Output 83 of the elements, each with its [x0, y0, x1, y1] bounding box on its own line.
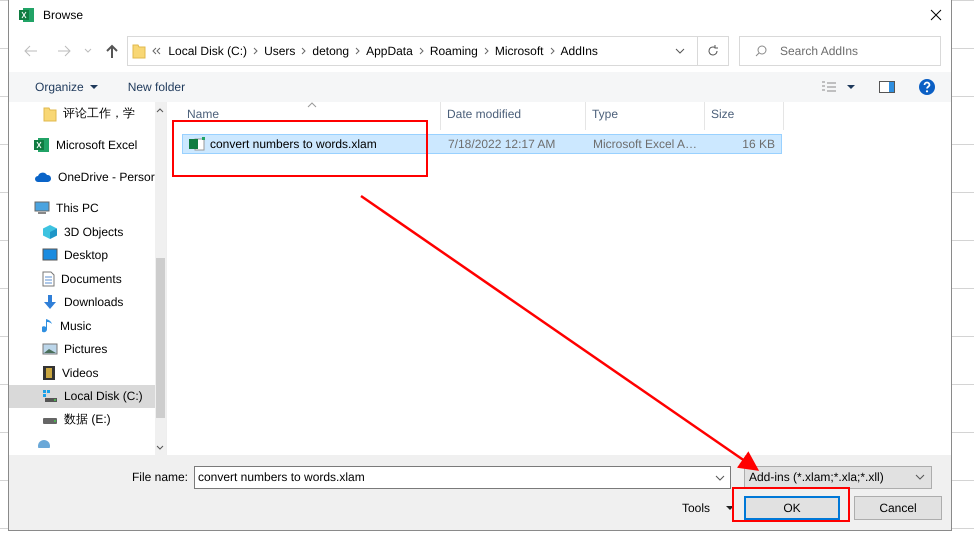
cancel-button[interactable]: Cancel: [854, 496, 942, 520]
spreadsheet-file-icon: [189, 137, 205, 151]
address-bar[interactable]: Local Disk (C:) Users detong AppData Roaming Microsoft AddIns: [127, 36, 729, 66]
folder-icon: [132, 43, 146, 59]
film-icon: [42, 364, 56, 381]
close-icon: [930, 9, 942, 21]
spreadsheet-icon: [19, 7, 35, 23]
caret-icon: [90, 85, 98, 89]
cube-icon: [42, 224, 58, 240]
computer-icon: [34, 201, 50, 216]
sidebar-item[interactable]: Music: [9, 314, 155, 338]
size-cell-text: 16 KB: [741, 137, 776, 151]
sidebar-item[interactable]: 3D Objects: [9, 220, 155, 244]
sidebar-item[interactable]: 评论工作，学: [9, 102, 155, 126]
cloud-icon: [34, 170, 52, 183]
organize-button[interactable]: Organize: [27, 80, 106, 94]
sidebar-item[interactable]: This PC: [9, 196, 155, 220]
breadcrumb-item[interactable]: Roaming: [430, 44, 478, 58]
sidebar-item[interactable]: Microsoft Excel: [9, 134, 155, 157]
sidebar-item[interactable]: 数据 (E:): [9, 408, 155, 432]
help-icon: [919, 79, 935, 95]
refresh-icon: [707, 45, 719, 57]
file-name-field[interactable]: convert numbers to words.xlam: [194, 466, 731, 488]
date-cell-text: 7/18/2022 12:17 AM: [447, 137, 556, 151]
dropdown-caret-icon[interactable]: [675, 48, 685, 54]
dropdown-caret-icon[interactable]: [715, 474, 725, 480]
caret-icon: [726, 506, 734, 510]
breadcrumb-item[interactable]: AppData: [366, 44, 413, 58]
breadcrumb-item[interactable]: Microsoft: [494, 44, 544, 58]
breadcrumb-item[interactable]: AddIns: [560, 44, 598, 58]
ok-button[interactable]: OK: [744, 496, 840, 520]
window-title: Browse: [43, 8, 84, 22]
sidebar-item[interactable]: Videos: [9, 361, 155, 384]
globe-icon: [37, 438, 51, 448]
pane-icon: [879, 81, 895, 93]
search-field[interactable]: Search AddIns: [739, 36, 941, 66]
breadcrumb-item[interactable]: Local Disk (C:): [168, 44, 248, 58]
desktop-icon: [42, 248, 58, 262]
new-folder-button[interactable]: New folder: [120, 80, 194, 94]
document-icon: [42, 270, 55, 287]
scrollbar[interactable]: [154, 102, 166, 455]
breadcrumb-chevron-icon: [550, 47, 555, 55]
drive-icon: [42, 389, 58, 404]
left-arrow-icon: [24, 45, 38, 57]
breadcrumb-chevron-icon: [484, 47, 489, 55]
type-cell-text: Microsoft Excel A…: [592, 137, 698, 151]
sort-caret-icon: [307, 102, 317, 108]
dropdown-caret-icon: [915, 474, 925, 480]
sidebar-item[interactable]: Documents: [9, 267, 155, 290]
column-header[interactable]: Name: [167, 102, 441, 130]
caret-icon: [847, 85, 855, 89]
sidebar-item[interactable]: Local Disk (C:): [9, 384, 155, 408]
search-icon: [755, 45, 767, 57]
sidebar-item[interactable]: Pictures: [9, 338, 155, 361]
music-note-icon: [42, 318, 54, 334]
breadcrumb-item[interactable]: Users: [264, 44, 296, 58]
sidebar-item[interactable]: Downloads: [9, 290, 155, 314]
up-arrow-icon: [106, 44, 118, 58]
list-view-icon: [821, 81, 837, 93]
breadcrumb-chevron-icon: [355, 47, 360, 55]
file-name: convert numbers to words.xlam: [210, 137, 377, 151]
breadcrumb-chevron-icon: [301, 47, 306, 55]
file-row[interactable]: convert numbers to words.xlam 7/18/2022 12:17 AM Microsoft Excel A… 16 KB: [182, 134, 782, 154]
picture-icon: [42, 342, 58, 356]
spreadsheet-icon: [34, 137, 50, 154]
down-arrow-icon: [42, 294, 58, 310]
right-arrow-icon: [57, 45, 72, 57]
scroll-down-icon[interactable]: [156, 444, 164, 450]
breadcrumb-item[interactable]: detong: [312, 44, 350, 58]
breadcrumb-chevron-icon: [253, 47, 258, 55]
breadcrumb-chevron-icon: [418, 47, 424, 55]
overflow-chevron-icon: [152, 47, 162, 55]
tools-button[interactable]: Tools: [676, 501, 740, 515]
sidebar-item[interactable]: Desktop: [9, 244, 155, 267]
file-type-dropdown[interactable]: Add-ins (*.xlam;*.xla;*.xll): [744, 466, 932, 488]
sidebar-item[interactable]: OneDrive - Persor: [9, 165, 155, 188]
scroll-up-icon[interactable]: [156, 108, 164, 112]
file-name-label: File name:: [130, 470, 189, 484]
column-header[interactable]: Type: [586, 102, 705, 130]
folder-icon: [43, 106, 57, 122]
caret-icon: [84, 48, 92, 54]
column-header[interactable]: Size: [705, 102, 784, 130]
column-header[interactable]: Date modified: [441, 102, 586, 130]
